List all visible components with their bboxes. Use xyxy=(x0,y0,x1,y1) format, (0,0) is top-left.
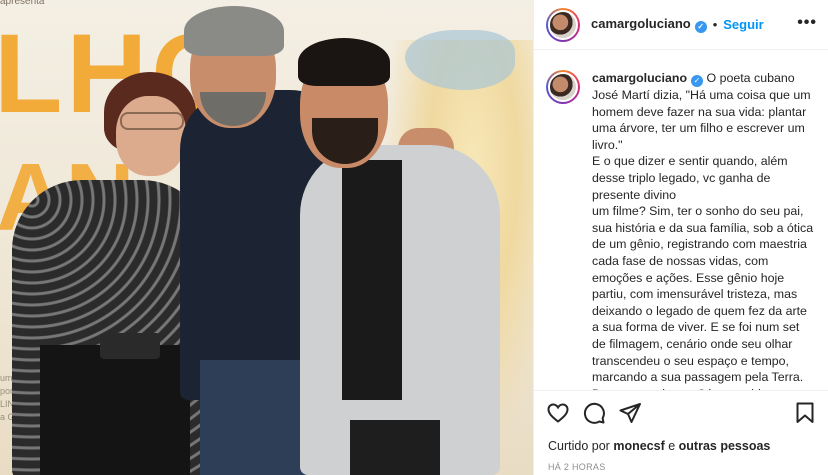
avatar-image xyxy=(548,72,578,102)
caption-username[interactable]: camargoluciano xyxy=(592,71,687,85)
liked-by-and: e xyxy=(668,439,676,453)
share-icon[interactable] xyxy=(618,401,642,425)
action-icons xyxy=(546,401,817,425)
heart-icon[interactable] xyxy=(546,401,570,425)
liked-by-prefix: Curtido por xyxy=(548,439,610,453)
poster-banner-text: apresenta xyxy=(0,0,45,7)
caption-body: O poeta cubano José Martí dizia, "Há uma… xyxy=(592,71,814,390)
avatar-image xyxy=(548,9,578,40)
post-actions: Curtido por monecsf e outras pessoas HÁ … xyxy=(534,390,828,475)
right-man-pants xyxy=(350,420,440,475)
post-header: camargoluciano ✓ • Seguir ••• xyxy=(534,0,828,50)
middle-man-hair xyxy=(184,6,284,56)
separator-dot: • xyxy=(712,17,718,32)
comment-icon[interactable] xyxy=(582,401,606,425)
liked-by-user[interactable]: monecsf xyxy=(613,439,664,453)
bookmark-icon[interactable] xyxy=(793,401,817,425)
right-man-shirt xyxy=(342,160,402,400)
post-side-panel: camargoluciano ✓ • Seguir ••• camargoluci… xyxy=(533,0,828,475)
woman-skirt xyxy=(40,345,190,475)
caption-row: camargoluciano ✓ O poeta cubano José Mart… xyxy=(546,70,817,390)
follow-button[interactable]: Seguir xyxy=(723,17,763,32)
post-timestamp[interactable]: HÁ 2 HORAS xyxy=(548,462,606,472)
verified-badge-icon: ✓ xyxy=(691,75,704,87)
verified-badge-icon: ✓ xyxy=(694,21,707,33)
liked-by-others[interactable]: outras pessoas xyxy=(679,439,771,453)
header-username[interactable]: camargoluciano ✓ xyxy=(591,16,707,33)
caption-area[interactable]: camargoluciano ✓ O poeta cubano José Mart… xyxy=(534,60,828,390)
woman-belt xyxy=(100,333,160,359)
woman-face xyxy=(116,96,186,176)
avatar[interactable] xyxy=(546,7,580,42)
liked-by-line: Curtido por monecsf e outras pessoas xyxy=(548,439,770,453)
post-photo[interactable]: apresenta LHO AN uma DOIS FI por BREN LI… xyxy=(0,0,533,475)
right-man-hair xyxy=(298,38,390,86)
woman-glasses xyxy=(120,112,184,130)
more-options-icon[interactable]: ••• xyxy=(797,14,817,32)
username-text[interactable]: camargoluciano xyxy=(591,16,691,31)
caption-text: camargoluciano ✓ O poeta cubano José Mart… xyxy=(592,70,814,390)
caption-avatar[interactable] xyxy=(546,70,580,104)
